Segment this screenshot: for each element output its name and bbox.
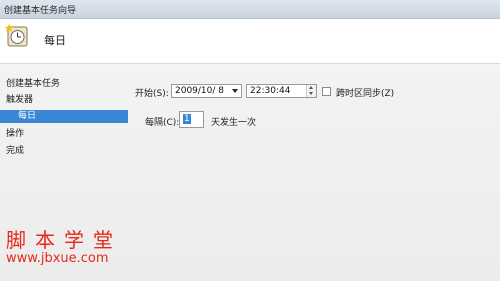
watermark-url: www.jbxue.com xyxy=(6,251,109,266)
start-time-field[interactable]: 22:30:44 xyxy=(246,84,317,98)
start-date-value: 2009/10/ 8 xyxy=(175,86,225,96)
nav-item-label: 操作 xyxy=(6,129,25,139)
page-title: 每日 xyxy=(44,34,66,47)
chevron-down-icon[interactable] xyxy=(232,89,238,93)
spin-down-icon[interactable] xyxy=(309,92,313,95)
nav-item-trigger[interactable]: 触发器 xyxy=(0,94,128,107)
start-label: 开始(S): xyxy=(135,89,169,99)
clock-icon xyxy=(5,24,28,47)
start-date-picker[interactable]: 2009/10/ 8 xyxy=(171,84,242,98)
recur-interval-value: 1 xyxy=(183,114,191,124)
start-time-value: 22:30:44 xyxy=(250,86,291,96)
watermark-name: 脚本学堂 xyxy=(6,228,122,252)
wizard-header: 每日 xyxy=(0,19,500,64)
recur-suffix-label: 天发生一次 xyxy=(211,118,257,128)
watermark: 脚本学堂 www.jbxue.com xyxy=(6,229,122,267)
time-spinner[interactable] xyxy=(306,85,316,97)
nav-item-label: 创建基本任务 xyxy=(6,79,61,89)
nav-item-label: 完成 xyxy=(6,146,25,156)
recur-label: 每隔(C): xyxy=(145,118,180,128)
sync-timezone-checkbox[interactable] xyxy=(322,87,331,96)
nav-item-label: 每日 xyxy=(18,111,37,121)
title-bar[interactable]: 创建基本任务向导 xyxy=(0,0,500,19)
nav-item-daily[interactable]: 每日 xyxy=(0,110,128,123)
nav-item-label: 触发器 xyxy=(6,95,34,105)
nav-item-action[interactable]: 操作 xyxy=(0,128,128,141)
sync-timezone-label: 跨时区同步(Z) xyxy=(336,89,395,99)
window-title: 创建基本任务向导 xyxy=(4,6,77,16)
spin-up-icon[interactable] xyxy=(309,86,313,89)
nav-item-create-basic-task[interactable]: 创建基本任务 xyxy=(0,78,128,91)
recur-interval-input[interactable]: 1 xyxy=(179,111,204,128)
nav-item-finish[interactable]: 完成 xyxy=(0,145,128,158)
